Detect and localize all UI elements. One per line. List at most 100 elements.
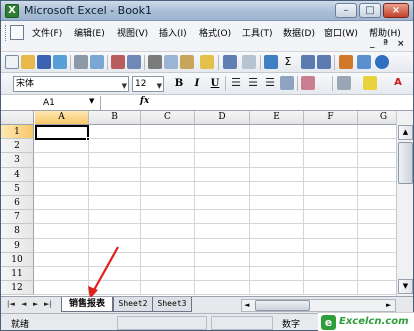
document-icon[interactable]	[10, 25, 24, 40]
doc-minimize-button[interactable]: _	[370, 39, 375, 49]
format-painter-icon[interactable]	[200, 55, 214, 69]
gridline-horizontal	[34, 223, 396, 225]
hyperlink-icon[interactable]	[264, 55, 278, 69]
chart-wizard-icon[interactable]	[339, 55, 353, 69]
doc-restore-button[interactable]: ª	[383, 39, 388, 49]
new-icon[interactable]	[5, 55, 19, 69]
row-header-2[interactable]: 2	[1, 139, 34, 154]
row-header-6[interactable]: 6	[1, 196, 34, 211]
spelling-icon[interactable]	[111, 55, 125, 69]
scroll-down-button[interactable]: ▼	[398, 279, 413, 294]
borders-icon[interactable]	[337, 76, 351, 90]
prev-sheet-button[interactable]: ◄	[21, 300, 26, 308]
cut-icon[interactable]	[148, 55, 162, 69]
row-header-7[interactable]: 7	[1, 210, 34, 225]
row-header-10[interactable]: 10	[1, 252, 34, 267]
copy-icon[interactable]	[164, 55, 178, 69]
horizontal-scroll-thumb[interactable]	[255, 300, 310, 311]
column-header-c[interactable]: C	[141, 111, 195, 125]
maximize-button[interactable]: □	[359, 3, 381, 18]
first-sheet-button[interactable]: |◄	[7, 300, 15, 308]
column-header-a[interactable]: A	[35, 111, 89, 125]
currency-style-icon[interactable]	[301, 76, 315, 90]
select-all-corner[interactable]	[1, 111, 34, 125]
row-header-11[interactable]: 11	[1, 267, 34, 282]
redo-icon[interactable]	[242, 55, 256, 69]
formula-bar: A1 ▼ fx	[1, 95, 413, 111]
row-header-8[interactable]: 8	[1, 224, 34, 239]
scroll-left-button[interactable]: ◄	[244, 300, 249, 311]
permission-icon[interactable]	[53, 55, 67, 69]
column-header-f[interactable]: F	[304, 111, 358, 125]
name-box[interactable]: A1	[3, 96, 101, 110]
sheet-tab-sheet2[interactable]: Sheet2	[113, 297, 153, 312]
menu-view[interactable]: 视图(V)	[117, 26, 148, 39]
sheet-tab-sheet3[interactable]: Sheet3	[152, 297, 192, 312]
menu-data[interactable]: 数据(D)	[283, 26, 315, 39]
save-icon[interactable]	[37, 55, 51, 69]
menu-file[interactable]: 文件(F)	[32, 26, 62, 39]
title-bar[interactable]: X Microsoft Excel - Book1 – □ ×	[1, 1, 413, 21]
print-preview-icon[interactable]	[90, 55, 104, 69]
align-center-icon[interactable]: ☰	[246, 76, 260, 90]
horizontal-scrollbar[interactable]: ◄ ►	[241, 299, 396, 312]
sheet-tab-bar: |◄ ◄ ► ►| 销售报表 Sheet2 Sheet3 ◄ ►	[1, 296, 413, 313]
vertical-scrollbar[interactable]: ▲ ▼	[396, 111, 413, 296]
italic-button[interactable]: I	[190, 77, 204, 91]
sort-ascending-icon[interactable]	[301, 55, 315, 69]
menu-edit[interactable]: 编辑(E)	[74, 26, 105, 39]
bold-button[interactable]: B	[172, 77, 186, 91]
sheet-tab-sales-report[interactable]: 销售报表	[61, 297, 113, 312]
active-cell[interactable]	[35, 125, 89, 140]
worksheet-grid[interactable]: ABCDEFG 1 2 3 4 5 6 7 8 9 10 11 12 ▲ ▼	[1, 111, 413, 296]
merge-center-icon[interactable]	[280, 76, 294, 90]
gridline-horizontal	[34, 209, 396, 211]
insert-function-icon[interactable]: fx	[140, 96, 149, 106]
close-button[interactable]: ×	[383, 3, 409, 18]
row-header-5[interactable]: 5	[1, 181, 34, 196]
row-header-1[interactable]: 1	[1, 125, 34, 140]
autosum-icon[interactable]: Σ	[281, 55, 295, 69]
align-left-icon[interactable]: ☰	[229, 76, 243, 90]
excel-app-icon[interactable]: X	[5, 4, 19, 18]
vertical-scroll-thumb[interactable]	[398, 142, 413, 184]
doc-close-button[interactable]: ×	[397, 39, 405, 49]
align-right-icon[interactable]: ☰	[263, 76, 277, 90]
drawing-icon[interactable]	[357, 55, 371, 69]
menu-format[interactable]: 格式(O)	[199, 26, 231, 39]
column-header-b[interactable]: B	[89, 111, 141, 125]
menu-tools[interactable]: 工具(T)	[242, 26, 273, 39]
scroll-up-button[interactable]: ▲	[398, 125, 413, 140]
last-sheet-button[interactable]: ►|	[44, 300, 52, 308]
next-sheet-button[interactable]: ►	[33, 300, 38, 308]
status-panel	[211, 316, 273, 330]
menu-insert[interactable]: 插入(I)	[159, 26, 187, 39]
chevron-down-icon: ▼	[121, 82, 127, 90]
help-icon[interactable]	[375, 55, 389, 69]
row-header-12[interactable]: 12	[1, 281, 34, 296]
print-icon[interactable]	[74, 55, 88, 69]
undo-icon[interactable]	[223, 55, 237, 69]
chevron-down-icon[interactable]: ▼	[89, 97, 94, 105]
row-header-9[interactable]: 9	[1, 238, 34, 253]
column-header-d[interactable]: D	[195, 111, 250, 125]
paste-icon[interactable]	[180, 55, 194, 69]
menu-window[interactable]: 窗口(W)	[324, 26, 358, 39]
toolbar-separator	[225, 76, 226, 91]
font-name-combo[interactable]: 宋体 ▼	[13, 76, 129, 92]
fill-color-icon[interactable]	[363, 76, 377, 90]
font-color-icon[interactable]: A	[391, 76, 405, 90]
row-header-3[interactable]: 3	[1, 153, 34, 168]
underline-button[interactable]: U	[208, 77, 222, 91]
fill-handle[interactable]	[86, 137, 90, 141]
row-header-4[interactable]: 4	[1, 167, 34, 182]
open-icon[interactable]	[21, 55, 35, 69]
minimize-button[interactable]: –	[335, 3, 357, 18]
scroll-right-button[interactable]: ►	[386, 300, 391, 311]
menu-drag-handle[interactable]	[5, 25, 8, 41]
sort-descending-icon[interactable]	[317, 55, 331, 69]
font-size-combo[interactable]: 12 ▼	[132, 76, 164, 92]
column-header-e[interactable]: E	[250, 111, 304, 125]
research-icon[interactable]	[127, 55, 141, 69]
menu-help[interactable]: 帮助(H)	[369, 26, 401, 39]
